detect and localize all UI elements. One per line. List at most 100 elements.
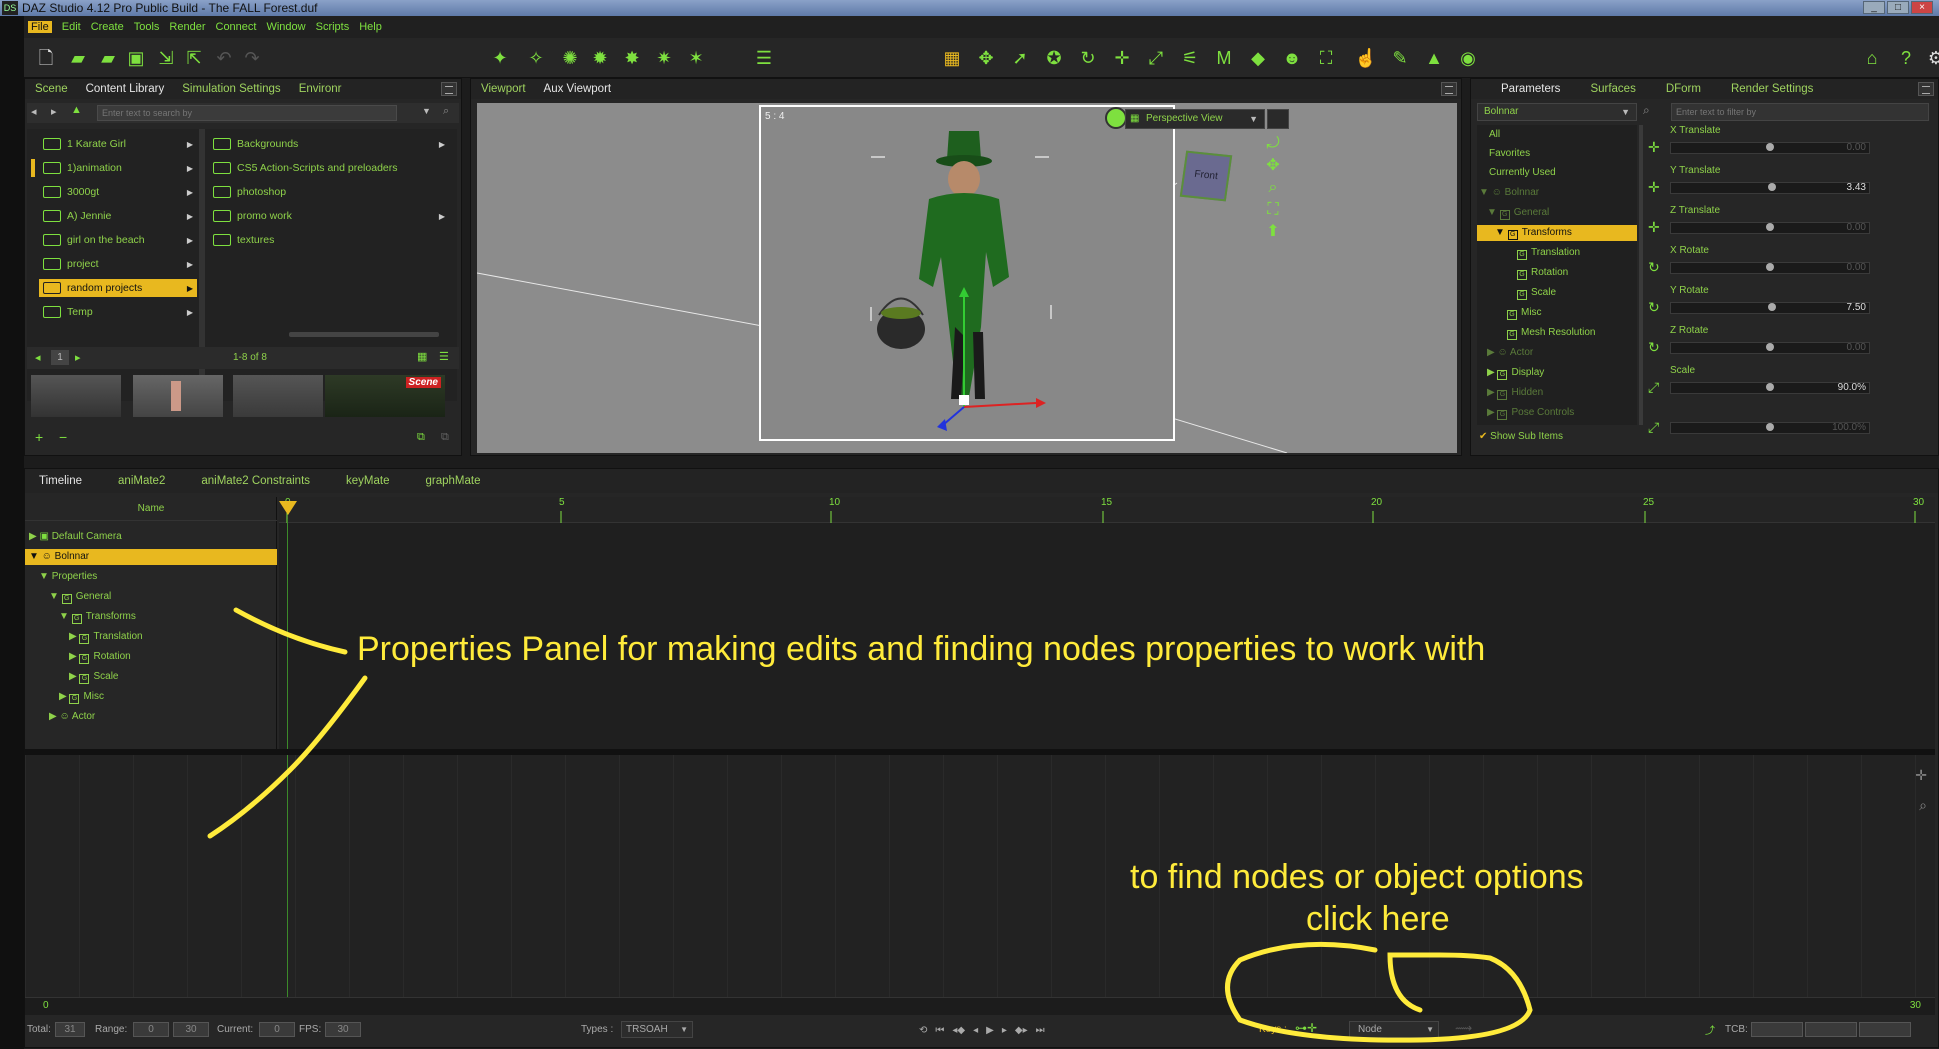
slider-knob[interactable] [1766,143,1774,151]
key-interp-icon[interactable]: ⟿ [1455,1021,1472,1035]
zoom-icon[interactable]: ⌕ [1261,177,1285,199]
menu-file[interactable]: File [28,21,52,33]
morph-tool-icon[interactable]: M [1212,46,1236,70]
viewport-options-icon[interactable] [1267,109,1289,129]
tree-item-general[interactable]: ▼ G General [1487,205,1549,221]
node-rotation[interactable]: ▶ G Rotation [69,649,131,665]
view-cube[interactable]: Front [1179,150,1233,202]
slider-knob[interactable] [1766,423,1774,431]
linear-light-icon[interactable]: ✷ [652,46,676,70]
node-actor[interactable]: ▶ ☺ Actor [49,709,95,725]
menu-window[interactable]: Window [266,21,305,33]
translate-tool-icon[interactable]: ✛ [1110,46,1134,70]
panel-menu-icon[interactable] [441,82,457,96]
node-select-icon[interactable]: ✪ [1042,46,1066,70]
tree-item-bolnnar[interactable]: ▼ ☺ Bolnnar [1479,185,1539,201]
page-number[interactable]: 1 [51,350,69,365]
keys-tool-icon[interactable]: ⊶✛ [1295,1021,1317,1035]
viewport-menu-icon[interactable] [1441,82,1457,96]
next-key-icon[interactable]: ◆▸ [1015,1025,1028,1036]
node-scale[interactable]: ▶ G Scale [69,669,118,685]
thumbnail[interactable]: Scene [325,375,445,417]
y-rotate-slider[interactable]: ↻ Y Rotate 7.50 [1648,285,1874,319]
view-mode-dropdown[interactable]: ▦ Perspective View ▼ [1125,109,1265,129]
last-frame-icon[interactable]: ⏭ [1036,1025,1045,1036]
prev-key-icon[interactable]: ◂◆ [952,1025,965,1036]
add-icon[interactable]: + [35,429,43,445]
menu-render[interactable]: Render [169,21,205,33]
select-tool-icon[interactable]: ➚ [1008,46,1032,70]
distant-light-icon[interactable]: ✺ [558,46,582,70]
universal-tool-icon[interactable]: ✥ [974,46,998,70]
fps-field[interactable]: 30 [325,1022,361,1037]
loop-icon[interactable]: ⟲ [919,1025,927,1036]
thumbnail[interactable] [31,375,121,417]
x-rotate-slider[interactable]: ↻ X Rotate 0.00 [1648,245,1874,279]
tree-item-rotation[interactable]: G Rotation [1517,265,1568,281]
tab-surfaces[interactable]: Surfaces [1590,83,1635,95]
folder-item[interactable]: Backgrounds ▶ [209,135,449,153]
scale-tool-icon[interactable]: ⤢ [1144,46,1168,70]
menu-connect[interactable]: Connect [216,21,257,33]
slider-knob[interactable] [1766,263,1774,271]
folder-item[interactable]: textures [209,231,449,249]
align-icon[interactable]: ☰ [752,46,776,70]
tree-item-mesh-resolution[interactable]: G Mesh Resolution [1507,325,1595,341]
next-frame-icon[interactable]: ▸ [1002,1025,1007,1036]
prev-frame-icon[interactable]: ◂ [973,1025,978,1036]
folder-item[interactable]: project ▶ [39,255,197,273]
tree-item-translation[interactable]: G Translation [1517,245,1580,261]
scale-slider[interactable]: ⤢ Scale 90.0% [1648,365,1874,399]
node-default-camera[interactable]: ▶ ▣ Default Camera [29,529,122,545]
tree-item-favorites[interactable]: Favorites [1489,146,1629,162]
tab-scene[interactable]: Scene [35,83,68,95]
tab-keymate[interactable]: keyMate [346,475,389,487]
play-icon[interactable]: ▶ [986,1025,994,1036]
pan-icon[interactable]: ✥ [1261,155,1285,177]
thumbnail[interactable] [133,375,223,417]
tree-item-transforms[interactable]: ▼ G Transforms [1477,225,1637,241]
range-end-field[interactable]: 30 [173,1022,209,1037]
filter-input[interactable] [1671,103,1929,121]
menu-tools[interactable]: Tools [134,21,160,33]
tab-graphmate[interactable]: graphMate [425,475,480,487]
export-icon[interactable]: ⇱ [182,46,206,70]
render-tool-icon[interactable]: ▲ [1422,46,1446,70]
node-translation[interactable]: ▶ G Translation [69,629,143,645]
folder-item-selected[interactable]: random projects ▶ [39,279,197,297]
folder-item[interactable]: Temp ▶ [39,303,197,321]
up-icon[interactable]: ▲ [71,104,82,116]
copy-icon[interactable]: ⧉ [417,431,425,444]
figure-tool-icon[interactable]: ☻ [1280,46,1304,70]
node-bolnnar[interactable]: ▼ ☺ Bolnnar [25,549,277,565]
node-misc[interactable]: ▶ G Misc [59,689,104,705]
tab-animate2[interactable]: aniMate2 [118,475,165,487]
maximize-button[interactable]: □ [1887,1,1909,14]
playhead-marker[interactable] [279,501,297,515]
merge-file-icon[interactable]: ▰ [96,46,120,70]
node-select-dropdown[interactable]: Bolnnar ▼ [1477,103,1637,121]
tab-dform[interactable]: DForm [1666,83,1701,95]
3d-viewport[interactable]: 5 : 4 ▦ Perspective View ▼ Front ⤾ ✥ ⌕ ⛶… [477,103,1457,453]
menu-create[interactable]: Create [91,21,124,33]
y-translate-slider[interactable]: ✛ Y Translate 3.43 [1648,165,1874,199]
slider-knob[interactable] [1766,223,1774,231]
tree-item-currently-used[interactable]: Currently Used [1489,165,1629,181]
track-area[interactable]: 0 5 10 15 20 25 30 [279,497,1935,759]
tree-item-scale[interactable]: G Scale [1517,285,1556,301]
rotate-tool-icon[interactable]: ↻ [1076,46,1100,70]
parameters-menu-icon[interactable] [1918,82,1934,96]
search-icon[interactable]: ⌕ [443,105,449,118]
undo-icon[interactable]: ↶ [212,46,236,70]
current-frame-field[interactable]: 0 [259,1022,295,1037]
grid-view-icon[interactable]: ▦ [417,350,427,363]
folder-item[interactable]: A) Jennie ▶ [39,207,197,225]
slider-knob[interactable] [1766,383,1774,391]
x-translate-slider[interactable]: ✛ X Translate 0.00 [1648,125,1874,159]
remove-icon[interactable]: − [59,429,67,445]
folder-item[interactable]: 3000gt ▶ [39,183,197,201]
extra-scale-slider[interactable]: ⤢ 100.0% [1648,405,1874,439]
first-frame-icon[interactable]: ⏮ [935,1025,944,1036]
frame-ruler[interactable]: 0 5 10 15 20 25 30 [279,497,1935,523]
open-file-icon[interactable]: ▰ [66,46,90,70]
